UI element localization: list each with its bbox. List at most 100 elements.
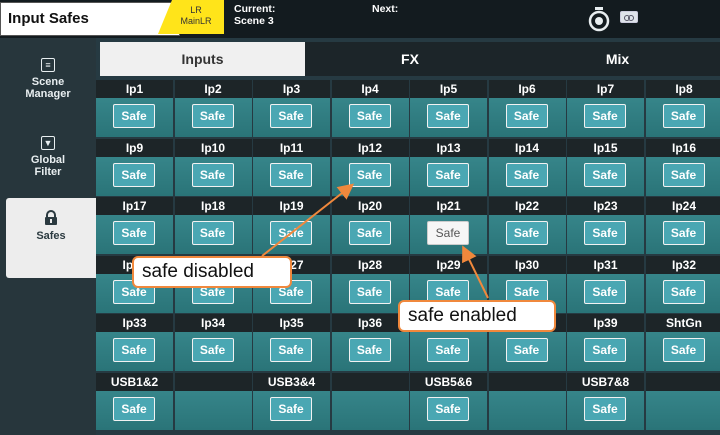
safe-button[interactable]: Safe: [427, 221, 469, 245]
safe-button[interactable]: Safe: [191, 221, 234, 245]
channel-label: Ip14: [488, 138, 566, 157]
channel-label: Ip8: [645, 80, 720, 98]
safe-button[interactable]: Safe: [270, 221, 312, 245]
channel-cell: Ip16 Safe: [645, 138, 720, 196]
channel-label: Ip29: [410, 255, 487, 274]
tab-fx[interactable]: FX: [305, 42, 515, 76]
channel-cell: Ip32 Safe: [645, 255, 720, 313]
channel-cell: Ip23 Safe: [567, 197, 644, 254]
safe-button[interactable]: Safe: [662, 221, 705, 245]
channel-cell: Ip6 Safe: [488, 80, 566, 137]
safe-button[interactable]: Safe: [113, 396, 155, 421]
safe-button[interactable]: Safe: [427, 396, 469, 421]
lock-icon: [45, 210, 57, 225]
safe-button[interactable]: Safe: [270, 104, 312, 128]
channel-cell: Ip34 Safe: [174, 314, 252, 371]
safe-button[interactable]: Safe: [348, 338, 391, 362]
channel-cell: Ip35 Safe: [253, 314, 330, 371]
safe-button[interactable]: Safe: [348, 221, 391, 245]
channel-label: USB3&4: [253, 372, 330, 391]
next-label: Next:: [372, 3, 399, 15]
channel-label: Ip30: [488, 255, 566, 274]
channel-cell: Ip5 Safe: [410, 80, 487, 137]
channel-label: Ip36: [331, 314, 409, 332]
safe-button[interactable]: Safe: [584, 221, 626, 245]
safe-button[interactable]: Safe: [584, 104, 626, 128]
callout-safe-enabled: safe enabled: [398, 300, 556, 332]
sidebar: ≡ Scene Manager ▼ Global Filter Safes: [0, 38, 96, 435]
safe-button[interactable]: Safe: [427, 104, 469, 128]
channel-label: Ip13: [410, 138, 487, 157]
channel-label: Ip23: [567, 197, 644, 215]
channel-label: Ip24: [645, 197, 720, 215]
sidebar-item-safes[interactable]: Safes: [6, 198, 96, 278]
sidebar-item-scene-manager[interactable]: ≡ Scene Manager: [6, 58, 90, 100]
scene-manager-icon: ≡: [41, 58, 55, 72]
safe-button[interactable]: Safe: [348, 162, 391, 187]
safe-button[interactable]: Safe: [584, 338, 626, 362]
channel-label: Ip11: [253, 138, 330, 157]
safe-button[interactable]: Safe: [113, 104, 155, 128]
next-scene: Next:: [372, 3, 398, 15]
safe-button[interactable]: Safe: [427, 162, 469, 187]
sidebar-item-label: Safes: [36, 230, 66, 242]
channel-cell: Ip17 Safe: [96, 197, 173, 254]
safe-button[interactable]: Safe: [113, 221, 155, 245]
safe-button[interactable]: Safe: [113, 162, 155, 187]
channel-cell: Ip9 Safe: [96, 138, 173, 196]
safe-button[interactable]: Safe: [270, 162, 312, 187]
channel-label: Ip21: [410, 197, 487, 215]
safe-button[interactable]: Safe: [270, 338, 312, 362]
channel-label: Ip32: [645, 255, 720, 274]
channel-label: Ip15: [567, 138, 644, 157]
channel-label: Ip17: [96, 197, 173, 215]
sidebar-item-global-filter[interactable]: ▼ Global Filter: [6, 136, 90, 178]
channel-label: Ip28: [331, 255, 409, 274]
channel-cell: Ip4 Safe: [331, 80, 409, 137]
channel-label: Ip2: [174, 80, 252, 98]
safe-button[interactable]: Safe: [191, 104, 234, 128]
channel-cell: Ip21 Safe: [410, 197, 487, 254]
safe-button[interactable]: Safe: [662, 338, 705, 362]
tab-inputs[interactable]: Inputs: [100, 42, 305, 76]
safe-button[interactable]: Safe: [584, 396, 626, 421]
safe-button[interactable]: Safe: [505, 221, 548, 245]
filter-icon: ▼: [41, 136, 55, 150]
channel-cell: [645, 372, 720, 430]
safe-button[interactable]: Safe: [662, 279, 705, 304]
safe-button[interactable]: Safe: [505, 338, 548, 362]
timer-icon[interactable]: [586, 6, 612, 32]
safe-button[interactable]: Safe: [348, 279, 391, 304]
safe-button[interactable]: Safe: [191, 162, 234, 187]
safe-button[interactable]: Safe: [662, 104, 705, 128]
channel-cell: [174, 372, 252, 430]
glasses-icon[interactable]: [620, 11, 638, 23]
tab-bar: Inputs FX Mix: [96, 42, 720, 76]
channel-cell: Ip2 Safe: [174, 80, 252, 137]
safe-button[interactable]: Safe: [113, 338, 155, 362]
safe-button[interactable]: Safe: [348, 104, 391, 128]
safe-button[interactable]: Safe: [191, 338, 234, 362]
current-value: Scene 3: [234, 15, 274, 27]
safe-button[interactable]: Safe: [505, 162, 548, 187]
safe-button[interactable]: Safe: [584, 162, 626, 187]
channel-label: [331, 372, 409, 391]
channel-label: Ip6: [488, 80, 566, 98]
channel-cell: Ip24 Safe: [645, 197, 720, 254]
channel-cell: USB3&4 Safe: [253, 372, 330, 430]
safe-button[interactable]: Safe: [662, 162, 705, 187]
channel-cell: Ip3 Safe: [253, 80, 330, 137]
safe-button[interactable]: Safe: [505, 104, 548, 128]
tab-mix[interactable]: Mix: [515, 42, 720, 76]
channel-cell: Ip39 Safe: [567, 314, 644, 371]
safe-button[interactable]: Safe: [427, 338, 469, 362]
channel-cell: Ip11 Safe: [253, 138, 330, 196]
channel-label: Ip20: [331, 197, 409, 215]
channel-cell: Ip14 Safe: [488, 138, 566, 196]
callout-safe-disabled: safe disabled: [132, 256, 292, 288]
channel-label: Ip34: [174, 314, 252, 332]
channel-label: [174, 372, 252, 391]
safe-button[interactable]: Safe: [584, 279, 626, 304]
sidebar-item-label: Filter: [34, 166, 62, 178]
safe-button[interactable]: Safe: [270, 396, 312, 421]
